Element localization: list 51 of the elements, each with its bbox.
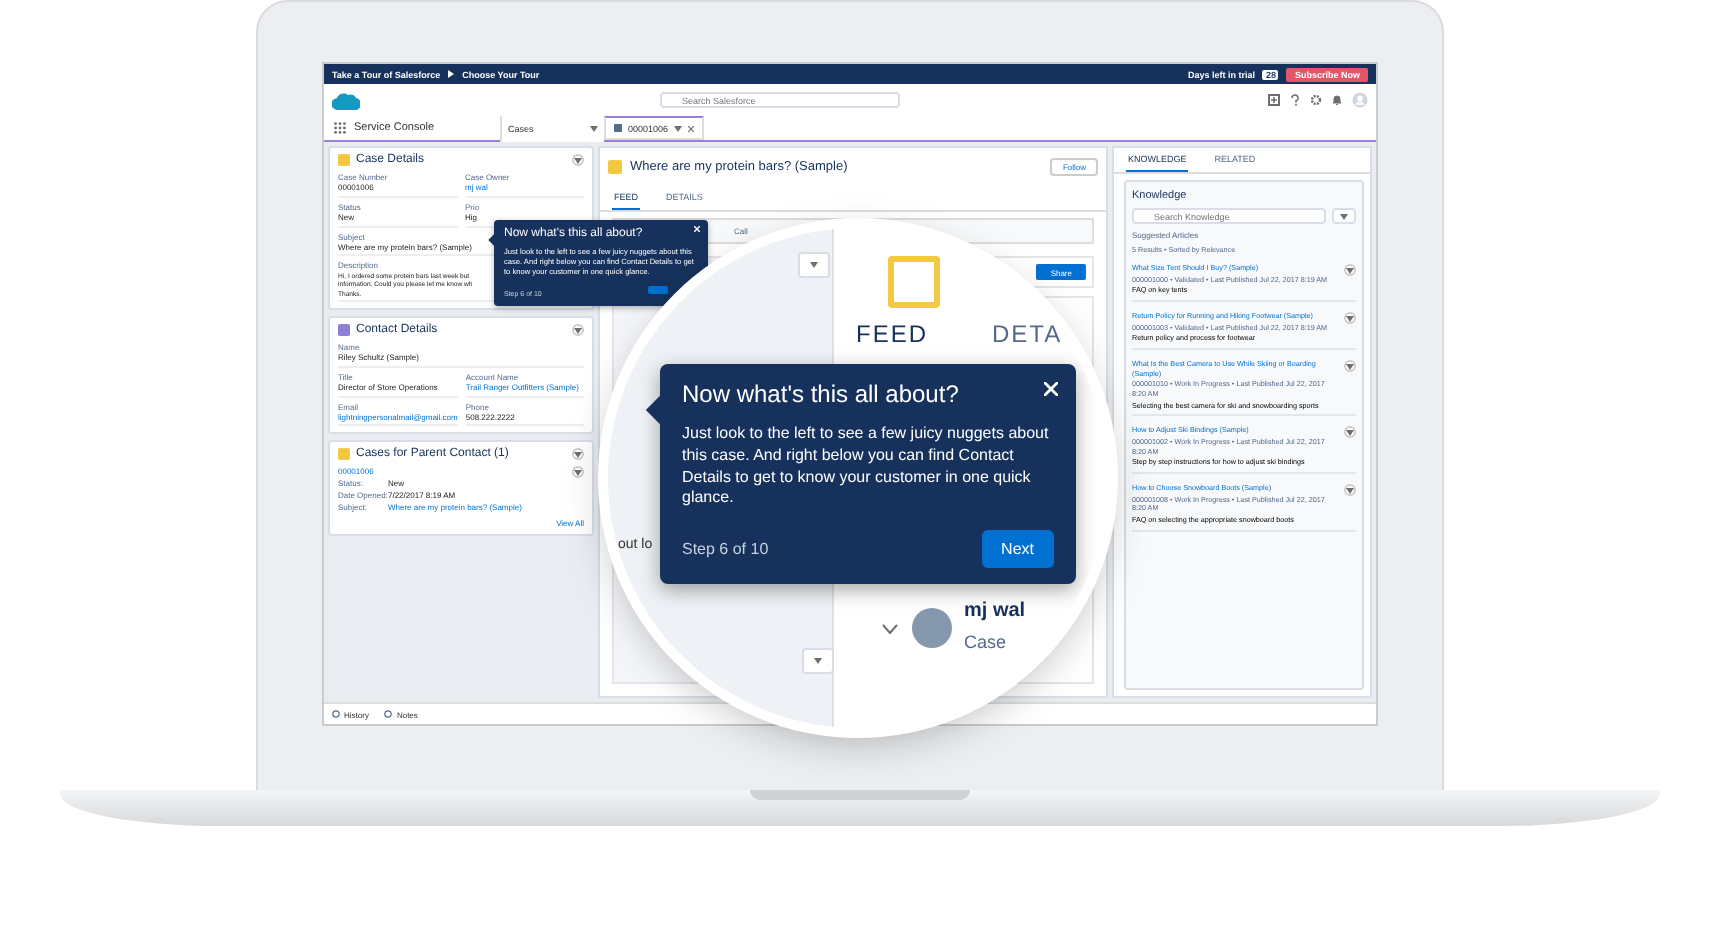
dropdown-button[interactable]: [798, 252, 830, 278]
avatar: [912, 608, 952, 648]
caret-icon: [810, 262, 818, 268]
case-icon: [338, 154, 350, 166]
settings-icon[interactable]: [1310, 94, 1322, 106]
caret-icon: [1340, 213, 1348, 219]
caret-icon: [574, 469, 582, 476]
step-counter: Step 6 of 10: [682, 540, 769, 559]
sort-button[interactable]: [1332, 208, 1356, 224]
popover-text: Just look to the left to see a few juicy nuggets about this case. And right below you can find Contact Details to get to know your customer in one quick glance.: [682, 424, 1051, 511]
card-menu-button[interactable]: [572, 324, 584, 337]
card-menu-button[interactable]: [572, 448, 584, 461]
card-menu-button[interactable]: [572, 154, 584, 166]
chevron-down-icon: [674, 125, 683, 131]
case-icon: [888, 256, 940, 308]
caret-icon: [1346, 487, 1354, 494]
bell-icon[interactable]: [1332, 94, 1342, 106]
card-menu-button[interactable]: [1344, 264, 1356, 276]
chevron-down-icon: [590, 125, 598, 132]
case-icon: [614, 124, 622, 132]
next-button[interactable]: Next: [981, 530, 1054, 569]
caret-icon: [574, 157, 582, 163]
caret-icon: [1346, 267, 1354, 273]
card-menu-button[interactable]: [572, 466, 584, 479]
utility-icon: [384, 710, 393, 718]
author-name[interactable]: mj wal: [964, 600, 1026, 622]
card-menu-button[interactable]: [1344, 484, 1356, 497]
popover-title: Now what's this all about?: [682, 380, 959, 408]
caret-icon: [1346, 429, 1354, 436]
chevron-down-icon[interactable]: [882, 624, 898, 634]
chevron-icon: [448, 70, 455, 78]
help-icon[interactable]: [1290, 94, 1300, 106]
card-menu-button[interactable]: [1344, 360, 1356, 373]
record-tab[interactable]: DETA: [984, 312, 1071, 370]
card-menu-button[interactable]: [1344, 426, 1356, 439]
plus-icon[interactable]: [1268, 94, 1280, 106]
case-icon: [608, 160, 622, 174]
next-button[interactable]: [648, 286, 668, 295]
author-subtitle: Case: [964, 632, 1007, 652]
caret-icon: [574, 327, 582, 334]
caret-icon: [574, 451, 582, 458]
cloud-logo-icon[interactable]: [332, 91, 360, 109]
dropdown-button[interactable]: [802, 648, 834, 674]
app-launcher-icon[interactable]: [334, 122, 346, 134]
caret-icon: [814, 658, 822, 664]
card-menu-button[interactable]: [1344, 312, 1356, 325]
contact-icon: [338, 324, 350, 337]
case-icon: [338, 448, 350, 461]
caret-icon: [1346, 315, 1354, 322]
utility-icon: [332, 710, 340, 718]
caret-icon: [1346, 363, 1354, 370]
